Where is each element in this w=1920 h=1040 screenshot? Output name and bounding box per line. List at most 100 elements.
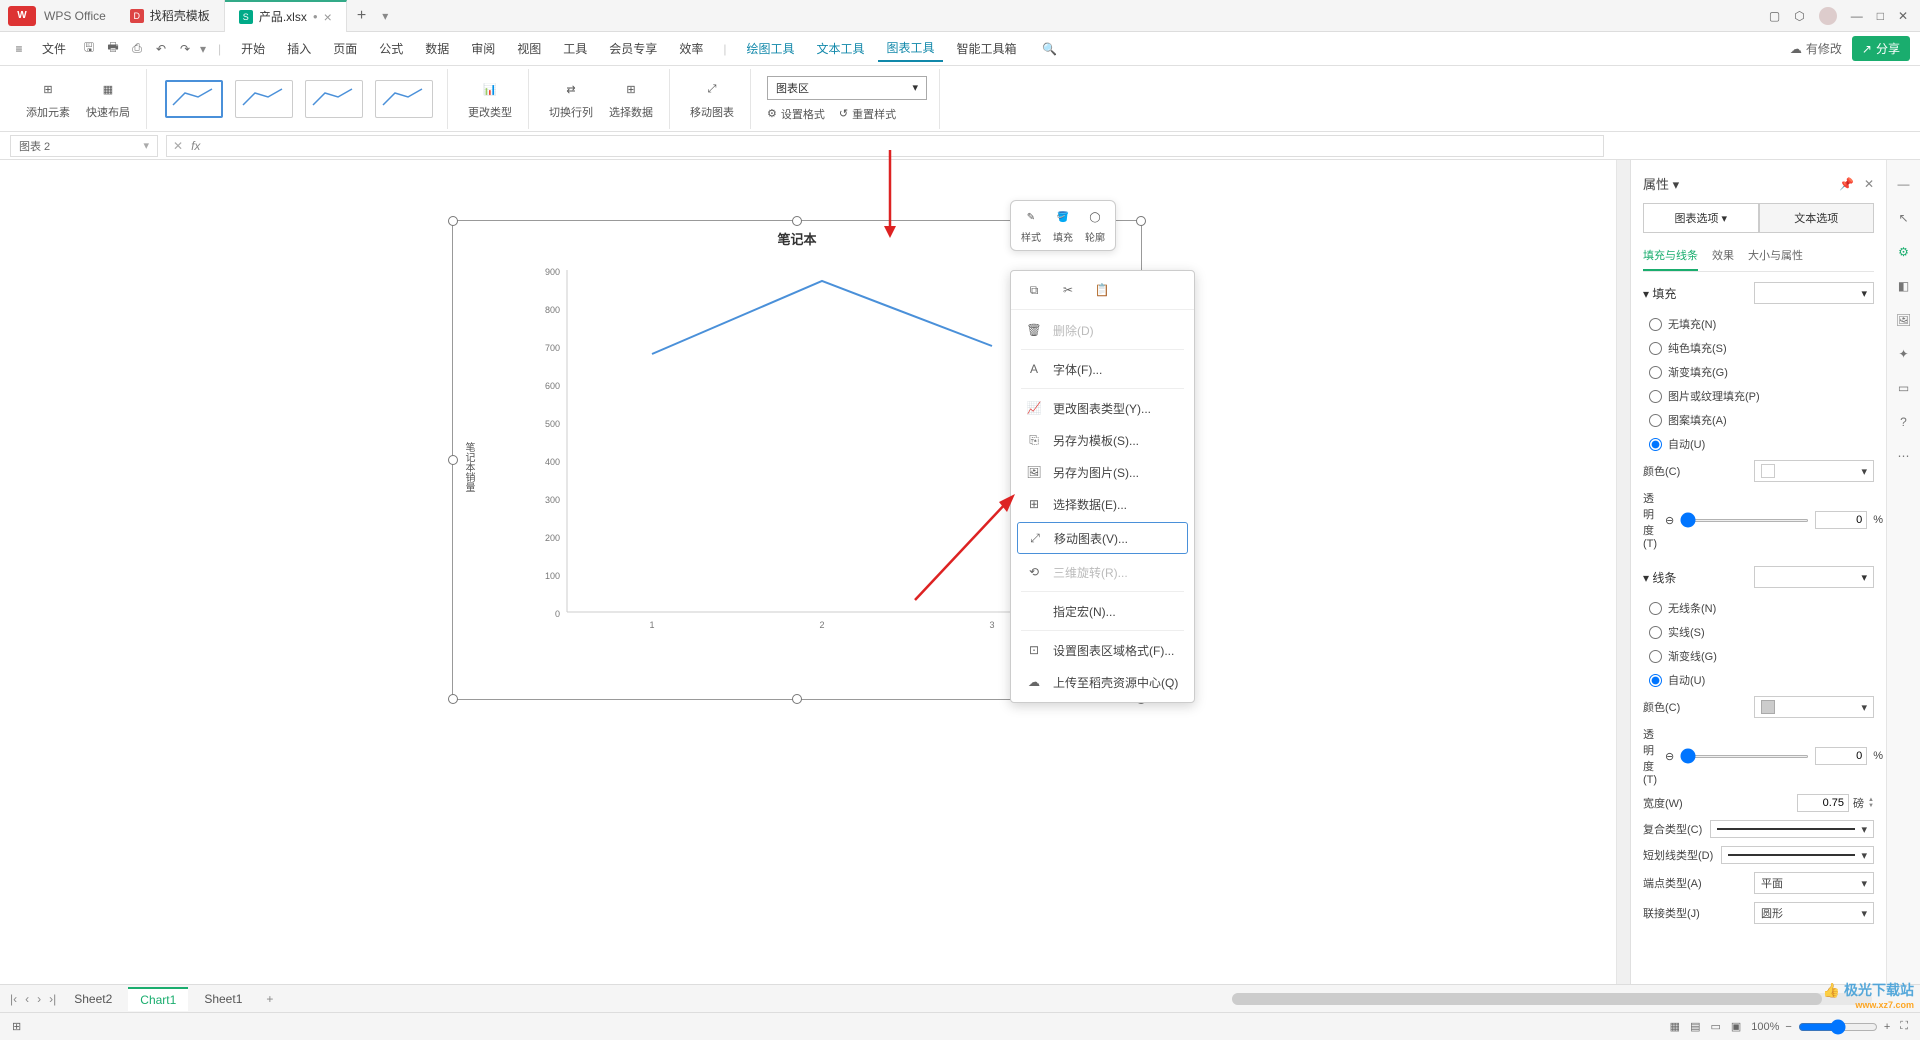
menu-text-tools[interactable]: 文本工具 xyxy=(808,36,872,61)
resize-handle-bm[interactable] xyxy=(792,694,802,704)
style-strip-icon[interactable]: ◧ xyxy=(1894,276,1914,296)
cut-icon[interactable]: ✂ xyxy=(1059,281,1077,299)
chart-style-thumb-3[interactable] xyxy=(305,80,363,118)
close-panel-icon[interactable]: ✕ xyxy=(1864,177,1874,191)
sheet-first-icon[interactable]: |‹ xyxy=(8,990,19,1008)
menu-smart-tools[interactable]: 智能工具箱 xyxy=(949,36,1025,61)
dash-type-select[interactable]: ▾ xyxy=(1721,846,1874,864)
undo-icon[interactable]: ↶ xyxy=(152,40,170,58)
redo-icon[interactable]: ↷ xyxy=(176,40,194,58)
share-button[interactable]: ↗分享 xyxy=(1852,36,1910,61)
ctx-assign-macro[interactable]: 指定宏(N)... xyxy=(1011,595,1194,627)
zoom-in-icon[interactable]: + xyxy=(1884,1021,1890,1033)
cap-type-select[interactable]: 平面▾ xyxy=(1754,872,1874,894)
book-strip-icon[interactable]: ▭ xyxy=(1894,378,1914,398)
pin-icon[interactable]: 📌 xyxy=(1839,177,1854,191)
formula-input[interactable]: ✕fx xyxy=(166,135,1604,157)
ctx-change-type[interactable]: 📈更改图表类型(Y)... xyxy=(1011,392,1194,424)
ctx-upload[interactable]: ☁上传至稻壳资源中心(Q) xyxy=(1011,666,1194,698)
sheet-tab-sheet2[interactable]: Sheet2 xyxy=(62,988,124,1010)
view-page-icon[interactable]: ▤ xyxy=(1690,1020,1700,1033)
line-width-input[interactable] xyxy=(1797,794,1849,812)
name-box[interactable]: 图表 2 ▾ xyxy=(10,135,158,157)
ctx-move-chart[interactable]: ⤢移动图表(V)... xyxy=(1017,522,1188,554)
chart-area-select[interactable]: 图表区▾ xyxy=(767,76,927,100)
cube-icon[interactable]: ⬡ xyxy=(1794,9,1804,23)
sheet-next-icon[interactable]: › xyxy=(35,990,43,1008)
menu-file[interactable]: 文件 xyxy=(34,36,74,61)
window-device-icon[interactable]: ▢ xyxy=(1769,9,1780,23)
sheet-last-icon[interactable]: ›| xyxy=(47,990,58,1008)
line-preset-select[interactable]: ▾ xyxy=(1754,566,1874,588)
chart-style-thumb-1[interactable] xyxy=(165,80,223,118)
fill-solid-radio[interactable]: 纯色填充(S) xyxy=(1643,336,1874,360)
compound-type-select[interactable]: ▾ xyxy=(1710,820,1874,838)
menu-efficiency[interactable]: 效率 xyxy=(671,36,711,61)
zoom-out-icon[interactable]: − xyxy=(1785,1021,1791,1033)
mini-fill-button[interactable]: 🪣填充 xyxy=(1053,207,1073,244)
fill-none-radio[interactable]: 无填充(N) xyxy=(1643,312,1874,336)
subtab-size[interactable]: 大小与属性 xyxy=(1748,243,1803,271)
move-chart-button[interactable]: ⤢移动图表 xyxy=(686,76,738,122)
resize-handle-tl[interactable] xyxy=(448,216,458,226)
fill-gradient-radio[interactable]: 渐变填充(G) xyxy=(1643,360,1874,384)
zoom-slider[interactable] xyxy=(1798,1019,1878,1035)
zoom-value[interactable]: 100% xyxy=(1751,1021,1779,1033)
menu-formula[interactable]: 公式 xyxy=(371,36,411,61)
more-strip-icon[interactable]: ⋯ xyxy=(1894,446,1914,466)
chart-style-thumb-4[interactable] xyxy=(375,80,433,118)
settings-strip-icon[interactable]: ⚙ xyxy=(1894,242,1914,262)
mini-outline-button[interactable]: ◯轮廓 xyxy=(1085,207,1105,244)
sheet-prev-icon[interactable]: ‹ xyxy=(23,990,31,1008)
ctx-delete[interactable]: 🗑删除(D) xyxy=(1011,314,1194,346)
fill-auto-radio[interactable]: 自动(U) xyxy=(1643,432,1874,456)
line-color-select[interactable]: ▾ xyxy=(1754,696,1874,718)
width-spin[interactable]: ▲▼ xyxy=(1868,797,1874,809)
search-icon[interactable]: 🔍 xyxy=(1041,40,1059,58)
fill-preset-select[interactable]: ▾ xyxy=(1754,282,1874,304)
line-gradient-radio[interactable]: 渐变线(G) xyxy=(1643,644,1874,668)
sheet-tab-chart1[interactable]: Chart1 xyxy=(128,987,188,1011)
view-normal-icon[interactable]: ▦ xyxy=(1670,1020,1680,1033)
fill-pattern-radio[interactable]: 图案填充(A) xyxy=(1643,408,1874,432)
ctx-font[interactable]: A字体(F)... xyxy=(1011,353,1194,385)
switch-rowcol-button[interactable]: ⇄切换行列 xyxy=(545,76,597,122)
line-auto-radio[interactable]: 自动(U) xyxy=(1643,668,1874,692)
menu-draw-tools[interactable]: 绘图工具 xyxy=(738,36,802,61)
tab-list-dropdown[interactable]: ▾ xyxy=(376,9,394,23)
ctx-save-image[interactable]: 🖼另存为图片(S)... xyxy=(1011,456,1194,488)
menu-insert[interactable]: 插入 xyxy=(279,36,319,61)
subtab-effect[interactable]: 效果 xyxy=(1712,243,1734,271)
select-data-button[interactable]: ⊞选择数据 xyxy=(605,76,657,122)
fill-transparency-slider[interactable] xyxy=(1680,519,1809,522)
view-reading-icon[interactable]: ▣ xyxy=(1731,1020,1741,1033)
collapse-panel-icon[interactable]: — xyxy=(1894,174,1914,194)
menu-tools[interactable]: 工具 xyxy=(555,36,595,61)
tab-file-active[interactable]: S 产品.xlsx ● × xyxy=(225,0,347,32)
minimize-icon[interactable]: — xyxy=(1851,9,1863,23)
cursor-icon[interactable]: ↖ xyxy=(1894,208,1914,228)
fullscreen-icon[interactable]: ⛶ xyxy=(1900,1020,1908,1033)
vertical-scrollbar[interactable] xyxy=(1616,160,1630,1010)
cancel-fx-icon[interactable]: ✕ xyxy=(173,139,183,153)
ctx-rotate-3d[interactable]: ⟲三维旋转(R)... xyxy=(1011,556,1194,588)
reset-style-button[interactable]: ↺重置样式 xyxy=(839,106,896,122)
join-type-select[interactable]: 圆形▾ xyxy=(1754,902,1874,924)
menu-page[interactable]: 页面 xyxy=(325,36,365,61)
status-left-icon[interactable]: ⊞ xyxy=(12,1020,21,1033)
menu-home[interactable]: 开始 xyxy=(233,36,273,61)
resize-handle-tr[interactable] xyxy=(1136,216,1146,226)
menu-data[interactable]: 数据 xyxy=(417,36,457,61)
line-transparency-input[interactable] xyxy=(1815,747,1867,765)
help-strip-icon[interactable]: ? xyxy=(1894,412,1914,432)
fill-picture-radio[interactable]: 图片或纹理填充(P) xyxy=(1643,384,1874,408)
print-preview-icon[interactable]: ⎙ xyxy=(128,40,146,58)
tab-chart-options[interactable]: 图表选项 ▾ xyxy=(1643,203,1759,233)
ctx-select-data[interactable]: ⊞选择数据(E)... xyxy=(1011,488,1194,520)
quick-layout-button[interactable]: ▦快速布局 xyxy=(82,76,134,122)
close-window-icon[interactable]: ✕ xyxy=(1898,9,1908,23)
line-solid-radio[interactable]: 实线(S) xyxy=(1643,620,1874,644)
subtab-fill-line[interactable]: 填充与线条 xyxy=(1643,243,1698,271)
view-break-icon[interactable]: ▭ xyxy=(1710,1020,1720,1033)
hamburger-icon[interactable]: ≡ xyxy=(10,40,28,58)
